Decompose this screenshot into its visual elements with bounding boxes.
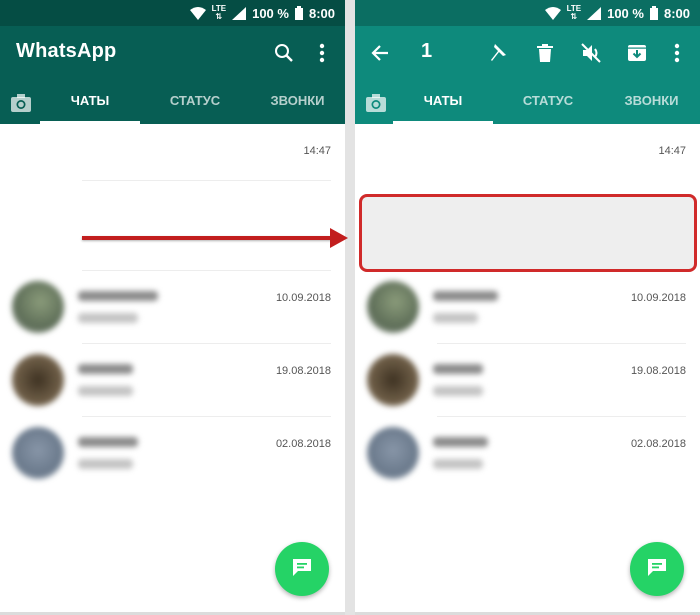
- contact-name-blurred: [78, 291, 158, 301]
- chat-time: 19.08.2018: [275, 365, 331, 377]
- wifi-icon: [544, 6, 561, 20]
- tab-status[interactable]: СТАТУС: [145, 82, 245, 124]
- more-vert-icon[interactable]: [664, 40, 690, 66]
- selection-app-bar: 1: [355, 26, 700, 82]
- last-message-blurred: [433, 459, 483, 469]
- battery-percent: 100 %: [607, 5, 644, 21]
- data-arrows-icon: ⇅: [570, 12, 578, 21]
- chat-time: 14:47: [303, 145, 331, 157]
- lte-indicator: LTE ⇅: [212, 5, 227, 21]
- mute-icon[interactable]: [578, 40, 604, 66]
- clock: 8:00: [663, 5, 690, 21]
- last-message-blurred: [78, 386, 133, 396]
- battery-percent: 100 %: [252, 5, 289, 21]
- last-message-blurred: [433, 313, 478, 323]
- wifi-icon: [189, 6, 206, 20]
- chat-time: 10.09.2018: [630, 292, 686, 304]
- chat-row[interactable]: 19.08.2018: [0, 344, 345, 417]
- avatar: [367, 354, 419, 406]
- new-chat-icon: [291, 557, 313, 582]
- clock: 8:00: [308, 5, 335, 21]
- data-arrows-icon: ⇅: [215, 12, 223, 21]
- chat-row[interactable]: 10.09.2018: [0, 271, 345, 344]
- new-chat-fab[interactable]: [630, 542, 684, 596]
- contact-name-blurred: [78, 364, 133, 374]
- tab-calls[interactable]: ЗВОНКИ: [250, 82, 345, 124]
- avatar: [367, 427, 419, 479]
- contact-name-blurred: [433, 291, 498, 301]
- more-vert-icon[interactable]: [309, 40, 335, 66]
- chat-row[interactable]: 02.08.2018: [355, 417, 700, 489]
- screenshot-divider: [345, 0, 355, 615]
- signal-icon: [587, 6, 602, 20]
- selected-count: 1: [421, 40, 433, 62]
- tab-chats[interactable]: ЧАТЫ: [393, 82, 493, 124]
- chat-time: 19.08.2018: [630, 365, 686, 377]
- annotation-arrow-shaft: [82, 236, 336, 240]
- pin-icon[interactable]: [485, 40, 511, 66]
- phone-screen-left: LTE ⇅ 100 % 8:00 WhatsApp ЧАТЫ СТАТУС ЗВ…: [0, 0, 345, 612]
- signal-icon: [232, 6, 247, 20]
- new-chat-fab[interactable]: [275, 542, 329, 596]
- app-title: WhatsApp: [16, 40, 117, 62]
- chat-time: 10.09.2018: [275, 292, 331, 304]
- chat-row[interactable]: 19.08.2018: [355, 344, 700, 417]
- selected-chat-highlight[interactable]: [359, 194, 697, 272]
- search-icon[interactable]: [271, 40, 297, 66]
- contact-name-blurred: [433, 437, 488, 447]
- annotation-arrow-head: [330, 228, 348, 248]
- phone-screen-right: LTE ⇅ 100 % 8:00 1 ЧАТЫ СТАТУС ЗВОНКИ 14…: [355, 0, 700, 612]
- camera-icon[interactable]: [365, 93, 387, 113]
- archive-icon[interactable]: [624, 40, 650, 66]
- row-divider: [82, 180, 331, 181]
- lte-indicator: LTE ⇅: [567, 5, 582, 21]
- battery-icon: [294, 6, 303, 20]
- chat-time: 02.08.2018: [630, 438, 686, 450]
- tab-chats[interactable]: ЧАТЫ: [40, 82, 140, 124]
- new-chat-icon: [646, 557, 668, 582]
- chat-row[interactable]: 14:47: [0, 124, 345, 271]
- back-arrow-icon[interactable]: [367, 40, 393, 66]
- avatar: [12, 427, 64, 479]
- tabs-bar: ЧАТЫ СТАТУС ЗВОНКИ: [0, 82, 345, 124]
- app-bar: WhatsApp: [0, 26, 345, 82]
- chat-row[interactable]: 02.08.2018: [0, 417, 345, 489]
- tab-calls[interactable]: ЗВОНКИ: [603, 82, 700, 124]
- camera-icon[interactable]: [10, 93, 32, 113]
- status-bar: LTE ⇅ 100 % 8:00: [355, 0, 700, 26]
- last-message-blurred: [78, 313, 138, 323]
- battery-icon: [649, 6, 658, 20]
- last-message-blurred: [433, 386, 483, 396]
- chat-row[interactable]: 10.09.2018: [355, 271, 700, 344]
- chat-time: 14:47: [658, 145, 686, 157]
- chat-time: 02.08.2018: [275, 438, 331, 450]
- contact-name-blurred: [433, 364, 483, 374]
- tabs-bar: ЧАТЫ СТАТУС ЗВОНКИ: [355, 82, 700, 124]
- tab-status[interactable]: СТАТУС: [498, 82, 598, 124]
- avatar: [12, 354, 64, 406]
- avatar: [367, 281, 419, 333]
- status-bar: LTE ⇅ 100 % 8:00: [0, 0, 345, 26]
- avatar: [12, 281, 64, 333]
- delete-icon[interactable]: [532, 40, 558, 66]
- chat-row[interactable]: 14:47: [355, 124, 700, 180]
- last-message-blurred: [78, 459, 133, 469]
- contact-name-blurred: [78, 437, 138, 447]
